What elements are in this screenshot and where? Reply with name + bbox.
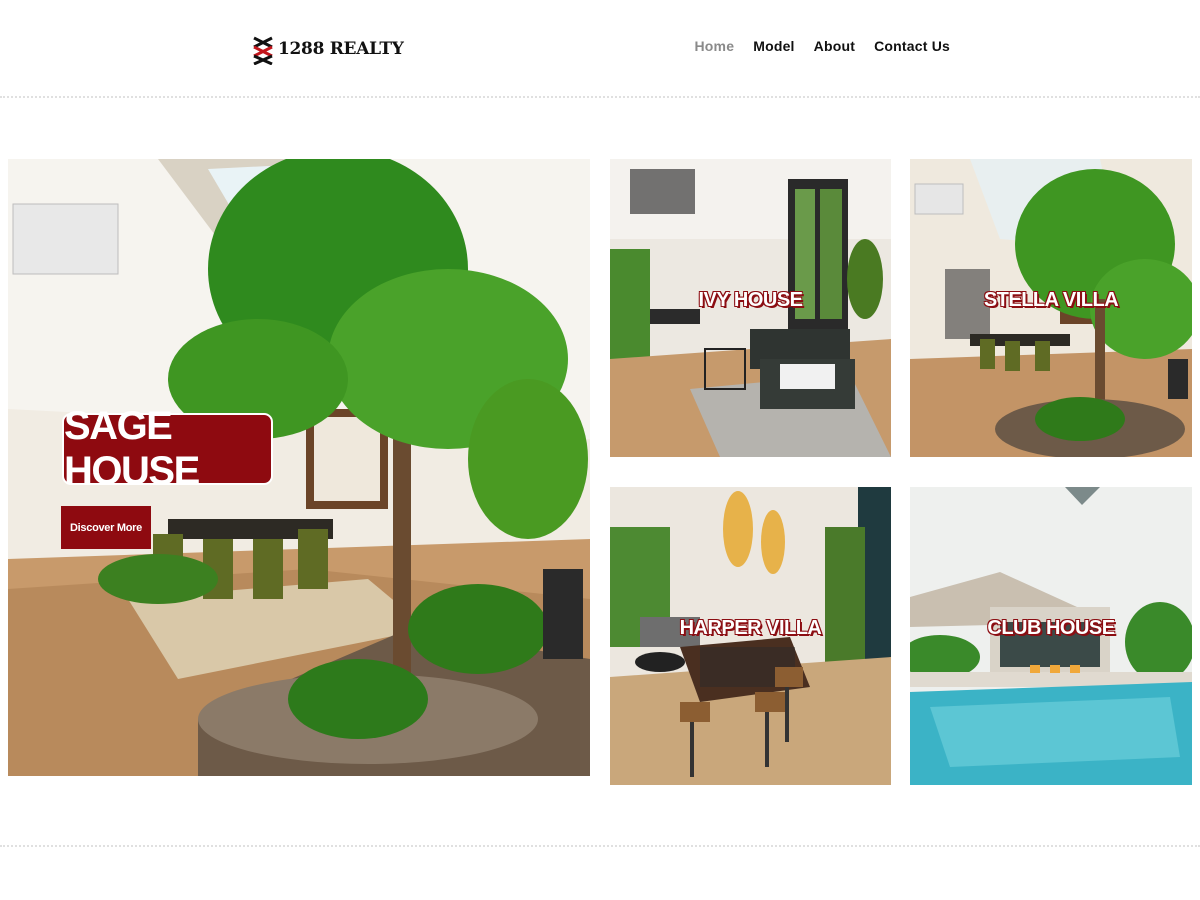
brand-name: 1288 REALTY: [278, 39, 404, 59]
header-divider: [0, 96, 1200, 98]
ivy-house-title: IVY HOUSE: [698, 289, 803, 311]
harper-villa-title: HARPER VILLA: [679, 617, 822, 639]
model-card-stella-villa[interactable]: STELLA VILLA: [910, 159, 1192, 457]
nav-home[interactable]: Home: [695, 38, 735, 54]
nav-model[interactable]: Model: [753, 38, 794, 54]
club-house-title: CLUB HOUSE: [987, 617, 1115, 639]
logo-mark-icon: [253, 36, 273, 65]
featured-title-badge: SAGE HOUSE: [62, 404, 273, 493]
site-header: 1288 REALTY Home Model About Contact Us: [0, 0, 1200, 96]
nav-contact-us[interactable]: Contact Us: [874, 38, 950, 54]
brand-logo[interactable]: 1288 REALTY: [252, 32, 404, 66]
stella-villa-title: STELLA VILLA: [983, 289, 1119, 311]
model-card-club-house[interactable]: CLUB HOUSE: [910, 487, 1192, 785]
nav-about[interactable]: About: [814, 38, 855, 54]
discover-more-button[interactable]: Discover More: [61, 506, 151, 549]
featured-title: SAGE HOUSE: [64, 404, 200, 493]
main-nav: Home Model About Contact Us: [695, 38, 951, 54]
model-card-ivy-house[interactable]: IVY HOUSE: [610, 159, 891, 457]
featured-model-sage-house[interactable]: SAGE HOUSE Discover More: [8, 159, 590, 776]
footer-divider: [0, 845, 1200, 847]
model-card-harper-villa[interactable]: HARPER VILLA: [610, 487, 891, 785]
